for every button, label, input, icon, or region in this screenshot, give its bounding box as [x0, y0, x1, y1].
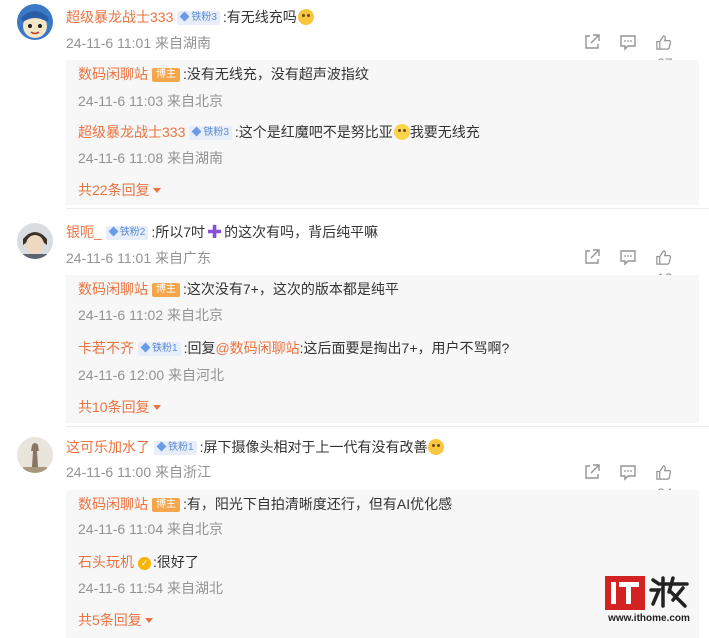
reply-location: 来自北京 [167, 521, 223, 537]
more-replies-label: 共10条回复 [78, 399, 150, 415]
like-icon [656, 465, 672, 480]
comment-location: 来自浙江 [155, 464, 211, 480]
comment-author[interactable]: 银呃_ [66, 224, 102, 240]
fan-badge: 铁粉2 [105, 226, 149, 240]
emoji-icon [297, 9, 314, 25]
caret-down-icon [152, 405, 161, 410]
fan-badge: 铁粉1 [138, 342, 181, 356]
host-badge: 博主 [152, 68, 180, 82]
emoji-icon [428, 439, 445, 455]
comment-author[interactable]: 这可乐加水了 [66, 439, 150, 455]
host-badge: 博主 [152, 498, 180, 512]
reply-prefix: :回复 [183, 340, 216, 356]
reply-time: 24-11-6 11:03 [78, 93, 164, 109]
reply-author[interactable]: 石头玩机 [78, 554, 134, 570]
reply-author[interactable]: 数码闲聊站 [78, 496, 148, 512]
more-replies-button[interactable]: 共5条回复 [78, 610, 153, 630]
diamond-icon [140, 342, 151, 353]
avatar[interactable] [17, 437, 53, 473]
comment-icon[interactable] [619, 33, 637, 56]
reply-location: 来自湖北 [167, 580, 223, 596]
reply-text: :这次没有7+，这次的版本都是纯平 [183, 281, 399, 297]
caret-down-icon [152, 188, 161, 193]
reply-author[interactable]: 卡若不齐 [78, 340, 134, 356]
reply-author[interactable]: 数码闲聊站 [78, 281, 148, 297]
caret-down-icon [144, 618, 153, 623]
verified-icon: ✓ [138, 557, 151, 570]
reply-author[interactable]: 数码闲聊站 [78, 66, 148, 82]
diamond-icon [156, 441, 167, 452]
reply-location: 来自北京 [167, 307, 223, 323]
reply-location: 来自北京 [167, 93, 223, 109]
like-icon [656, 35, 672, 50]
reply-list: 数码闲聊站 博主:没有无线充，没有超声波指纹 24-11-6 11:03 来自北京… [66, 60, 699, 205]
comment-location: 来自湖南 [155, 35, 211, 51]
more-replies-label: 共5条回复 [78, 612, 142, 628]
reply-location: 来自河北 [168, 367, 225, 383]
crying-emoji-icon [393, 124, 410, 140]
fan-badge: 铁粉3 [189, 126, 232, 140]
share-icon[interactable] [583, 248, 601, 271]
reply-text: :没有无线充，没有超声波指纹 [183, 66, 369, 82]
comment-location: 来自广东 [155, 250, 211, 266]
reply-text: :很好了 [153, 554, 199, 570]
diamond-icon [191, 126, 202, 137]
diamond-icon [108, 226, 119, 237]
share-icon[interactable] [583, 463, 601, 486]
more-replies-button[interactable]: 共10条回复 [78, 397, 161, 417]
comment-author[interactable]: 超级暴龙战士333 [66, 9, 173, 25]
comment-text: :屏下摄像头相对于上一代有没有改善 [199, 439, 428, 455]
comment-text: :有无线充吗 [222, 9, 297, 25]
fan-badge-label: 铁粉1 [152, 343, 178, 354]
more-replies-button[interactable]: 共22条回复 [78, 180, 161, 200]
fan-badge: 铁粉1 [154, 441, 197, 455]
reply-text: :这后面要是掏出7+，用户不骂啊? [299, 340, 510, 356]
fan-badge-label: 铁粉3 [191, 12, 217, 23]
ithome-watermark: www.ithome.com [601, 574, 697, 624]
reply-text: :有，阳光下自拍清晰度还行，但有AI优化感 [183, 496, 453, 512]
fan-badge-label: 铁粉1 [168, 442, 194, 453]
fan-badge-label: 铁粉3 [203, 127, 229, 138]
reply-text-continued: 我要无线充 [409, 124, 480, 140]
share-icon[interactable] [583, 33, 601, 56]
reply-time: 24-11-6 11:54 [78, 580, 164, 596]
reply-author[interactable]: 超级暴龙战士333 [78, 124, 185, 140]
reply-location: 来自湖南 [167, 150, 223, 166]
like-icon [656, 250, 672, 265]
reply-time: 24-11-6 11:02 [78, 307, 164, 323]
fan-badge: 铁粉3 [177, 11, 220, 25]
more-replies-label: 共22条回复 [78, 182, 150, 198]
avatar[interactable] [17, 223, 53, 259]
fan-badge-label: 铁粉2 [119, 227, 146, 238]
comment-text: :所以7吋 [151, 224, 206, 240]
reply-text: :这个是红魔吧不是努比亚 [234, 124, 393, 140]
avatar[interactable] [17, 4, 53, 40]
reply-time: 24-11-6 11:04 [78, 521, 164, 537]
comment-icon[interactable] [619, 248, 637, 271]
reply-time: 24-11-6 12:00 [78, 367, 165, 383]
reply-time: 24-11-6 11:08 [78, 150, 164, 166]
comment-text-continued: 的这次有吗，背后纯平嘛 [224, 224, 379, 240]
comment-icon[interactable] [619, 463, 637, 486]
plus-emoji-icon: ✚ [207, 222, 223, 242]
mention-link[interactable]: @数码闲聊站 [215, 340, 299, 356]
reply-list: 数码闲聊站 博主:这次没有7+，这次的版本都是纯平 24-11-6 11:02 来… [66, 275, 699, 423]
watermark-url: www.ithome.com [608, 613, 690, 624]
divider [66, 426, 709, 427]
divider [66, 208, 709, 209]
host-badge: 博主 [152, 283, 180, 297]
diamond-icon [179, 11, 190, 22]
comment-time: 24-11-6 11:01 [66, 35, 152, 51]
comment-time: 24-11-6 11:00 [66, 464, 152, 480]
comment-time: 24-11-6 11:01 [66, 250, 152, 266]
